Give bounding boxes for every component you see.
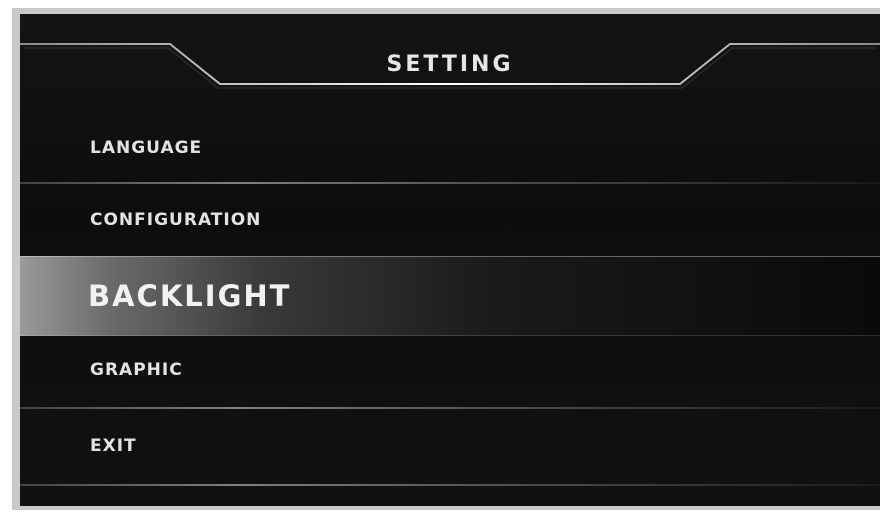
menu-item-graphic[interactable]: GRAPHIC — [20, 336, 880, 406]
menu-item-label: CONFIGURATION — [90, 210, 262, 230]
menu-divider — [20, 407, 880, 409]
menu-divider — [20, 484, 880, 486]
menu-item-label: LANGUAGE — [90, 138, 203, 158]
menu-item-configuration[interactable]: CONFIGURATION — [20, 186, 880, 256]
menu-divider — [20, 182, 880, 184]
menu-item-label: EXIT — [90, 436, 137, 456]
menu-title: SETTING — [386, 52, 514, 77]
menu-item-language[interactable]: LANGUAGE — [20, 114, 880, 184]
osd-screen: SETTING LANGUAGE CONFIGURATION BACKLIGHT… — [20, 14, 880, 506]
menu-item-exit[interactable]: EXIT — [20, 412, 880, 482]
menu-item-label: BACKLIGHT — [88, 279, 292, 313]
menu-item-label: GRAPHIC — [90, 360, 183, 380]
menu-item-backlight[interactable]: BACKLIGHT — [20, 256, 880, 336]
menu-header: SETTING — [20, 14, 880, 114]
